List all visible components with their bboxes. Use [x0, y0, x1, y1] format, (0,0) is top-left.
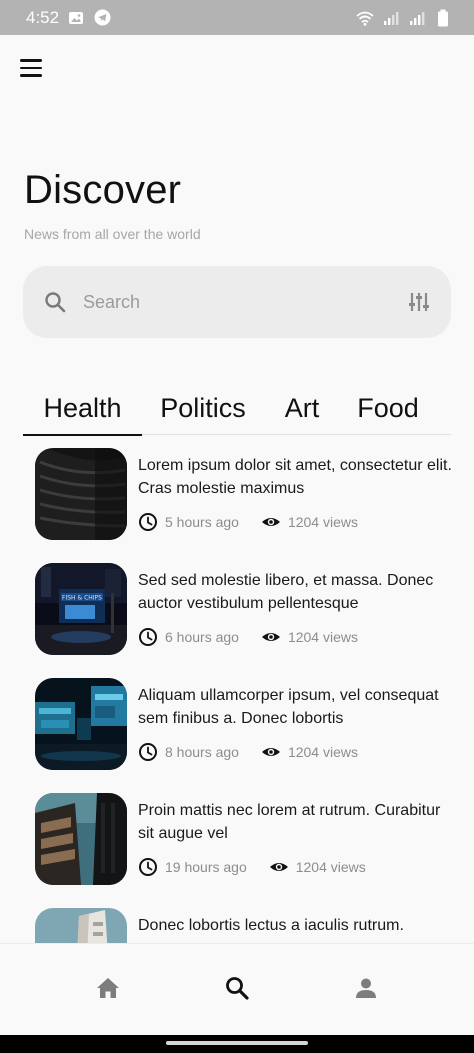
article-views-group: 1204 views [269, 857, 366, 877]
search-input[interactable] [83, 291, 405, 313]
article-item[interactable]: FISH & CHIPS Sed sed molestie libero, et… [35, 563, 455, 659]
eye-icon [261, 512, 281, 532]
article-views-group: 1204 views [261, 627, 358, 647]
clock-icon [138, 627, 158, 647]
tab-art[interactable]: Art [275, 386, 329, 436]
gesture-handle[interactable] [166, 1041, 308, 1045]
article-time: 8 hours ago [165, 744, 239, 760]
page-title: Discover [24, 168, 182, 212]
signal-icon [408, 9, 426, 27]
eye-icon [261, 742, 281, 762]
article-item[interactable]: Proin mattis nec lorem at rutrum. Curabi… [35, 793, 455, 889]
article-thumbnail: FISH & CHIPS [35, 563, 127, 655]
status-bar: 4:52 [0, 0, 474, 35]
article-meta: 6 hours ago 1204 views [138, 627, 380, 647]
article-views-group: 1204 views [261, 512, 358, 532]
article-time-group: 6 hours ago [138, 627, 239, 647]
article-item[interactable]: Donec lobortis lectus a iaculis rutrum. [35, 908, 455, 943]
status-right [356, 9, 452, 27]
search-icon[interactable] [223, 974, 251, 1002]
clock-icon [138, 857, 158, 877]
sliders-icon[interactable] [405, 288, 433, 316]
article-views: 1204 views [287, 629, 358, 645]
menu-line [20, 66, 42, 70]
eye-icon [261, 627, 281, 647]
category-tabs: Health Politics Art Food [23, 386, 451, 438]
article-list: Lorem ipsum dolor sit amet, consectetur … [0, 448, 474, 943]
article-meta: 5 hours ago 1204 views [138, 512, 380, 532]
article-time-group: 8 hours ago [138, 742, 239, 762]
svg-text:FISH & CHIPS: FISH & CHIPS [62, 595, 102, 602]
article-item[interactable]: Lorem ipsum dolor sit amet, consectetur … [35, 448, 455, 544]
home-icon[interactable] [94, 974, 122, 1002]
article-title: Proin mattis nec lorem at rutrum. Curabi… [138, 802, 441, 842]
signal-icon [382, 9, 400, 27]
clock-icon [138, 512, 158, 532]
article-thumbnail [35, 793, 127, 885]
article-views: 1204 views [287, 514, 358, 530]
article-time: 19 hours ago [165, 859, 247, 875]
tab-food[interactable]: Food [351, 386, 425, 436]
article-thumbnail [35, 908, 127, 943]
article-title: Lorem ipsum dolor sit amet, consectetur … [138, 457, 452, 497]
article-item[interactable]: Aliquam ullamcorper ipsum, vel consequat… [35, 678, 455, 774]
article-meta: 19 hours ago 1204 views [138, 857, 388, 877]
wifi-icon [356, 9, 374, 27]
article-time-group: 19 hours ago [138, 857, 247, 877]
article-thumbnail [35, 678, 127, 770]
search-bar[interactable] [23, 266, 451, 338]
system-gesture-bar [0, 1035, 474, 1053]
tab-politics[interactable]: Politics [151, 386, 255, 436]
battery-icon [434, 9, 452, 27]
search-icon[interactable] [41, 288, 69, 316]
article-time-group: 5 hours ago [138, 512, 239, 532]
menu-line [20, 74, 42, 77]
article-views-group: 1204 views [261, 742, 358, 762]
hamburger-menu-icon[interactable] [20, 56, 46, 80]
telegram-icon [93, 9, 111, 27]
page-subtitle: News from all over the world [24, 226, 201, 242]
article-views: 1204 views [287, 744, 358, 760]
eye-icon [269, 857, 289, 877]
status-time: 4:52 [26, 7, 60, 27]
article-time: 5 hours ago [165, 514, 239, 530]
article-title: Donec lobortis lectus a iaculis rutrum. [138, 917, 404, 934]
profile-icon[interactable] [352, 974, 380, 1002]
article-thumbnail [35, 448, 127, 540]
article-title: Aliquam ullamcorper ipsum, vel consequat… [138, 687, 439, 727]
menu-line [20, 59, 42, 62]
clock-icon [138, 742, 158, 762]
article-title: Sed sed molestie libero, et massa. Donec… [138, 572, 434, 612]
bottom-navigation [0, 943, 474, 1035]
article-time: 6 hours ago [165, 629, 239, 645]
article-meta: 8 hours ago 1204 views [138, 742, 380, 762]
status-left: 4:52 [26, 8, 111, 28]
tab-health[interactable]: Health [23, 386, 142, 436]
article-views: 1204 views [295, 859, 366, 875]
gallery-icon [67, 9, 85, 27]
